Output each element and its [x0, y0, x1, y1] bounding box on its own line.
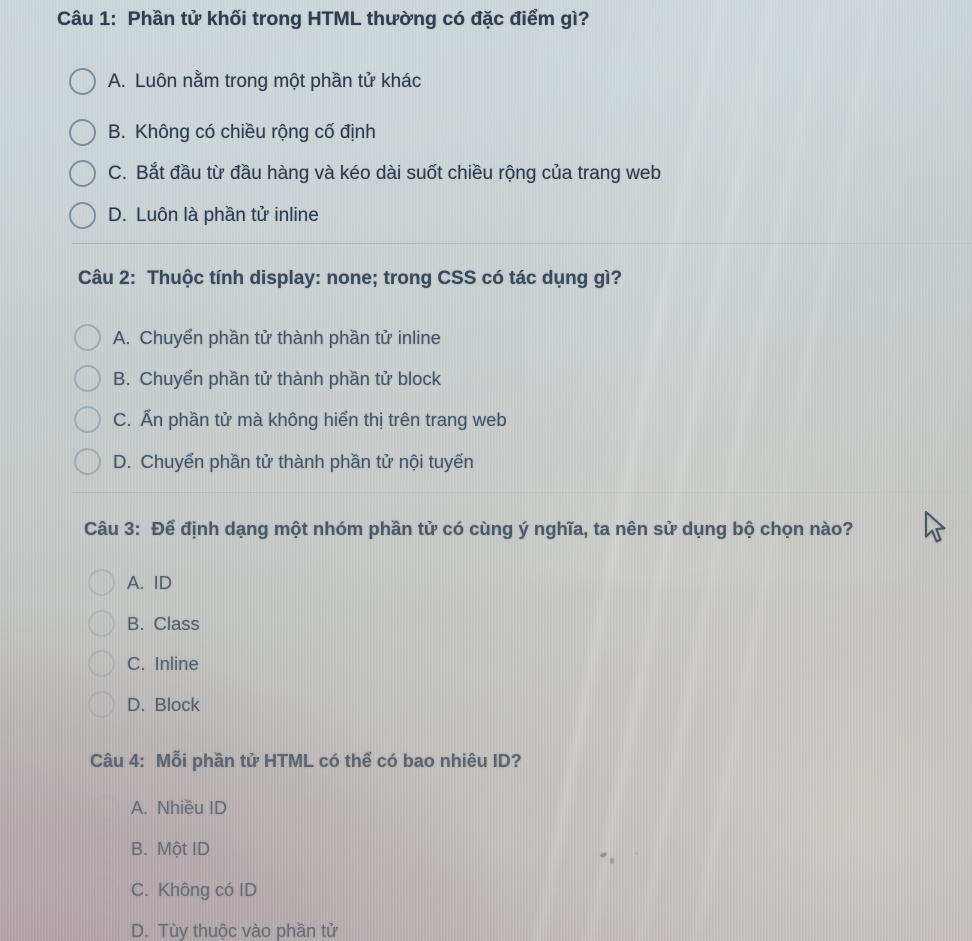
option-letter: C. [127, 652, 146, 674]
option-3-a[interactable]: A. ID [88, 569, 172, 596]
option-label: Bắt đầu từ đầu hàng và kéo dài suốt chiề… [136, 162, 662, 184]
option-letter: B. [113, 367, 131, 389]
question-divider-2 [72, 492, 972, 493]
option-letter: D. [113, 450, 132, 472]
option-label: Một ID [157, 839, 211, 859]
radio-button-icon[interactable] [92, 836, 119, 863]
option-label: Nhiều ID [157, 798, 228, 818]
option-4-c[interactable]: C. Không có ID [92, 877, 257, 904]
option-1-c[interactable]: C. Bắt đầu từ đầu hàng và kéo dài suốt c… [69, 160, 661, 187]
dust-speck [635, 852, 638, 855]
dust-speck [610, 858, 614, 864]
question-heading-1: Câu 1: Phần tử khối trong HTML thường có … [57, 8, 590, 31]
option-label: Chuyển phần tử thành phần tử inline [139, 326, 441, 348]
option-letter: B. [131, 839, 149, 859]
question-number-2: Câu 2: [78, 268, 137, 289]
option-3-c[interactable]: C. Inline [88, 650, 199, 677]
option-4-d[interactable]: D. Tùy thuộc vào phần tử [92, 918, 338, 941]
radio-button-icon[interactable] [88, 691, 115, 718]
option-label: Luôn là phần tử inline [136, 204, 319, 226]
option-letter: C. [131, 880, 149, 900]
radio-button-icon[interactable] [69, 202, 96, 229]
option-label: Inline [154, 652, 199, 674]
option-3-b[interactable]: B. Class [88, 610, 200, 637]
option-label: ID [153, 571, 172, 593]
question-heading-4: Câu 4: Mỗi phần tử HTML có thể có bao nhi… [90, 751, 522, 772]
radio-button-icon[interactable] [69, 119, 96, 146]
option-label: Class [153, 612, 200, 634]
option-4-a[interactable]: A. Nhiều ID [92, 795, 227, 822]
question-number-3: Câu 3: [84, 518, 141, 539]
option-3-d[interactable]: D. Block [88, 691, 200, 718]
option-label: Tùy thuộc vào phần tử [158, 921, 339, 941]
option-letter: D. [131, 921, 149, 941]
question-number-1: Câu 1: [57, 8, 117, 30]
question-number-4: Câu 4: [90, 751, 146, 771]
option-label: Luôn nằm trong một phần tử khác [134, 70, 422, 92]
radio-button-icon[interactable] [74, 365, 101, 392]
radio-button-icon[interactable] [92, 795, 119, 822]
option-letter: A. [108, 70, 126, 92]
option-letter: D. [127, 693, 146, 715]
option-label: Không có chiều rộng cố định [134, 121, 376, 143]
option-1-d[interactable]: D. Luôn là phần tử inline [69, 202, 319, 229]
radio-button-icon[interactable] [88, 650, 115, 677]
option-label: Ẩn phần tử mà không hiển thị trên trang … [140, 408, 507, 430]
question-heading-3: Câu 3: Để định dạng một nhóm phần tử có c… [84, 518, 854, 540]
question-text-1: Phần tử khối trong HTML thường có đặc đi… [127, 8, 590, 30]
option-letter: C. [113, 408, 132, 430]
option-1-a[interactable]: A. Luôn nằm trong một phần tử khác [69, 68, 421, 95]
radio-button-icon[interactable] [92, 918, 119, 941]
option-2-d[interactable]: D. Chuyển phần tử thành phần tử nội tuyế… [74, 448, 474, 475]
radio-button-icon[interactable] [88, 569, 115, 596]
option-label: Block [154, 693, 200, 715]
option-label: Không có ID [158, 880, 258, 900]
option-letter: B. [108, 121, 126, 143]
question-heading-2: Câu 2: Thuộc tính display: none; trong CS… [78, 268, 622, 290]
option-2-c[interactable]: C. Ẩn phần tử mà không hiển thị trên tra… [74, 406, 507, 433]
radio-button-icon[interactable] [74, 324, 101, 351]
radio-button-icon[interactable] [88, 610, 115, 637]
option-letter: B. [127, 612, 145, 634]
option-label: Chuyển phần tử thành phần tử block [139, 367, 441, 389]
question-text-4: Mỗi phần tử HTML có thể có bao nhiêu ID? [156, 751, 522, 771]
radio-button-icon[interactable] [74, 406, 101, 433]
option-2-b[interactable]: B. Chuyển phần tử thành phần tử block [74, 365, 441, 392]
radio-button-icon[interactable] [69, 160, 96, 187]
option-letter: D. [108, 204, 127, 226]
radio-button-icon[interactable] [74, 448, 101, 475]
option-letter: C. [108, 162, 127, 184]
radio-button-icon[interactable] [69, 68, 96, 95]
radio-button-icon[interactable] [92, 877, 119, 904]
mouse-arrow-cursor-icon [924, 510, 946, 543]
quiz-container: Câu 1: Phần tử khối trong HTML thường có … [0, 0, 972, 941]
option-2-a[interactable]: A. Chuyển phần tử thành phần tử inline [74, 324, 441, 351]
question-divider-1 [72, 243, 972, 244]
photographed-screen: Câu 1: Phần tử khối trong HTML thường có … [0, 0, 972, 941]
option-letter: A. [127, 571, 145, 593]
option-1-b[interactable]: B. Không có chiều rộng cố định [69, 119, 376, 146]
option-letter: A. [113, 326, 131, 348]
option-label: Chuyển phần tử thành phần tử nội tuyến [140, 450, 474, 472]
option-letter: A. [131, 798, 149, 818]
question-text-3: Để định dạng một nhóm phần tử có cùng ý … [151, 518, 854, 539]
question-text-2: Thuộc tính display: none; trong CSS có t… [147, 268, 623, 289]
option-4-b[interactable]: B. Một ID [92, 836, 210, 863]
